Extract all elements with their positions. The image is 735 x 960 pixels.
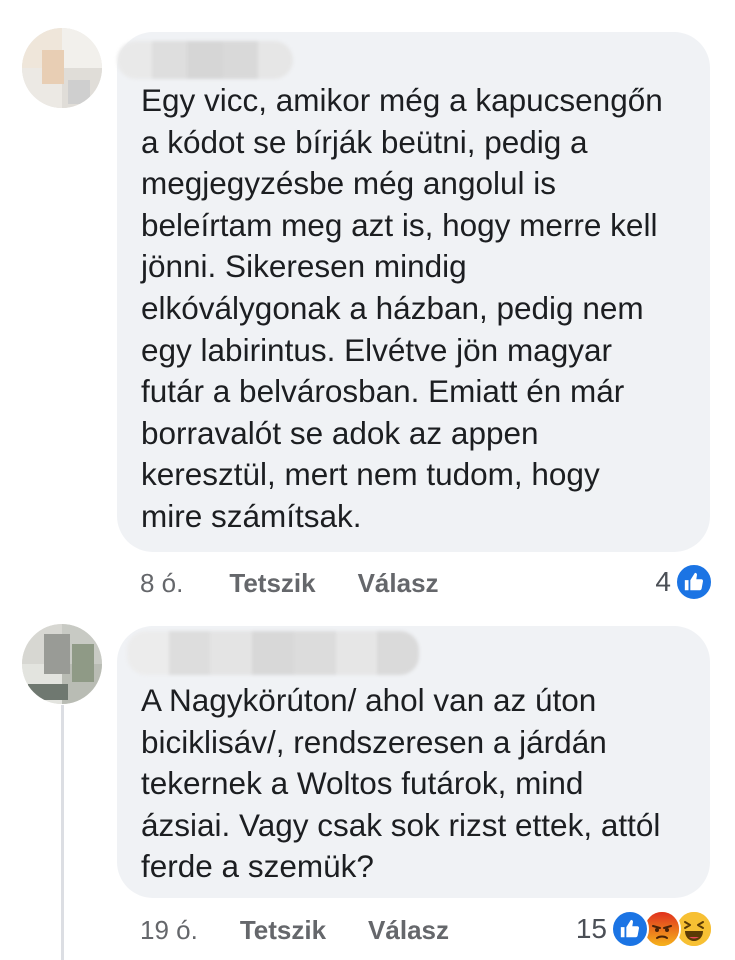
author-name-blurred[interactable] bbox=[127, 631, 419, 675]
author-name-blurred[interactable] bbox=[117, 41, 293, 79]
comment-2: A Nagykörúton/ ahol van az úton biciklis… bbox=[0, 610, 735, 960]
comment-actions: 8 ó. Tetszik Válasz bbox=[140, 563, 439, 603]
reaction-count: 15 bbox=[575, 913, 607, 944]
reply-button[interactable]: Válasz bbox=[358, 568, 439, 599]
like-icon bbox=[611, 910, 649, 948]
comment-1: Egy vicc, amikor még a kapucsengőn a kód… bbox=[0, 0, 735, 610]
avatar[interactable] bbox=[22, 624, 102, 704]
avatar[interactable] bbox=[22, 28, 102, 108]
comment-bubble: Egy vicc, amikor még a kapucsengőn a kód… bbox=[117, 32, 710, 552]
like-button[interactable]: Tetszik bbox=[229, 568, 315, 599]
comment-text: A Nagykörúton/ ahol van az úton biciklis… bbox=[141, 682, 661, 885]
comment-bubble: A Nagykörúton/ ahol van az úton biciklis… bbox=[117, 626, 710, 898]
timestamp[interactable]: 8 ó. bbox=[140, 568, 183, 599]
like-button[interactable]: Tetszik bbox=[240, 915, 326, 946]
like-icon bbox=[675, 563, 713, 601]
reactions-summary[interactable]: 15 bbox=[576, 909, 713, 949]
reactions-summary[interactable]: 4 bbox=[655, 562, 713, 602]
comment-actions: 19 ó. Tetszik Válasz bbox=[140, 910, 449, 950]
timestamp[interactable]: 19 ó. bbox=[140, 915, 198, 946]
comment-text: Egy vicc, amikor még a kapucsengőn a kód… bbox=[141, 82, 663, 534]
reply-button[interactable]: Válasz bbox=[368, 915, 449, 946]
reaction-count: 4 bbox=[655, 566, 671, 597]
